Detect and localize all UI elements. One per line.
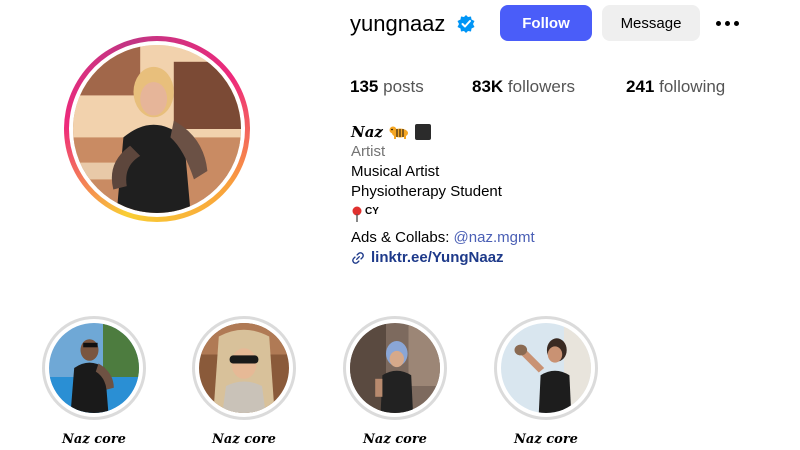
bio-ads-line: Ads & Collabs: @naz.mgmt (351, 228, 535, 248)
bio-name: Naz (351, 123, 383, 141)
bio-ads-mention[interactable]: @naz.mgmt (454, 229, 535, 246)
tiger-emoji-icon (389, 126, 408, 139)
highlight-label: Naz core (363, 432, 427, 447)
highlight-cover (350, 323, 440, 413)
round-pushpin-icon (352, 206, 362, 222)
more-options-icon[interactable] (712, 12, 742, 34)
posts-count: 135 (350, 77, 379, 96)
highlight-item[interactable]: Naz core (192, 316, 296, 447)
highlight-label: Naz core (514, 432, 578, 447)
follow-button[interactable]: Follow (500, 5, 592, 41)
highlight-cover (501, 323, 591, 413)
posts-label: posts (383, 77, 424, 96)
bio-line-2: Physiotherapy Student (351, 183, 502, 200)
bio-location: CY (351, 202, 379, 222)
following-count: 241 (626, 77, 655, 96)
bio-category: Artist (351, 143, 386, 160)
profile-avatar-ring[interactable] (64, 36, 250, 222)
following-label: following (659, 77, 726, 96)
story-highlights: Naz core Naz core Naz core Naz core (0, 316, 800, 450)
highlight-cover (199, 323, 289, 413)
highlight-label: Naz core (212, 432, 276, 447)
black-square-emoji-icon (414, 124, 431, 140)
followers-label: followers (507, 77, 576, 96)
bio-line-1: Musical Artist (351, 163, 440, 180)
highlight-item[interactable]: Naz core (494, 316, 598, 447)
profile-bio: Naz Artist Musical Artist Physiotherapy … (351, 122, 535, 268)
profile-username: yungnaaz (350, 11, 446, 36)
highlight-label: Naz core (62, 432, 126, 447)
bio-link[interactable]: linktr.ee/YungNaaz (351, 248, 535, 268)
followers-stat[interactable]: 83K followers (472, 76, 575, 98)
bio-location-code: CY (365, 206, 379, 217)
message-button[interactable]: Message (602, 5, 700, 41)
bio-name-row: Naz (351, 122, 535, 142)
highlight-item[interactable]: Naz core (343, 316, 447, 447)
following-stat[interactable]: 241 following (626, 76, 725, 98)
profile-avatar[interactable] (73, 45, 241, 213)
posts-stat[interactable]: 135 posts (350, 76, 424, 98)
bio-link-text: linktr.ee/YungNaaz (371, 249, 504, 266)
bio-ads-prefix: Ads & Collabs: (351, 229, 454, 246)
followers-count: 83K (472, 77, 504, 96)
highlight-cover (49, 323, 139, 413)
verified-badge-icon (457, 15, 475, 33)
link-icon (352, 252, 364, 264)
highlight-item[interactable]: Naz core (42, 316, 146, 447)
